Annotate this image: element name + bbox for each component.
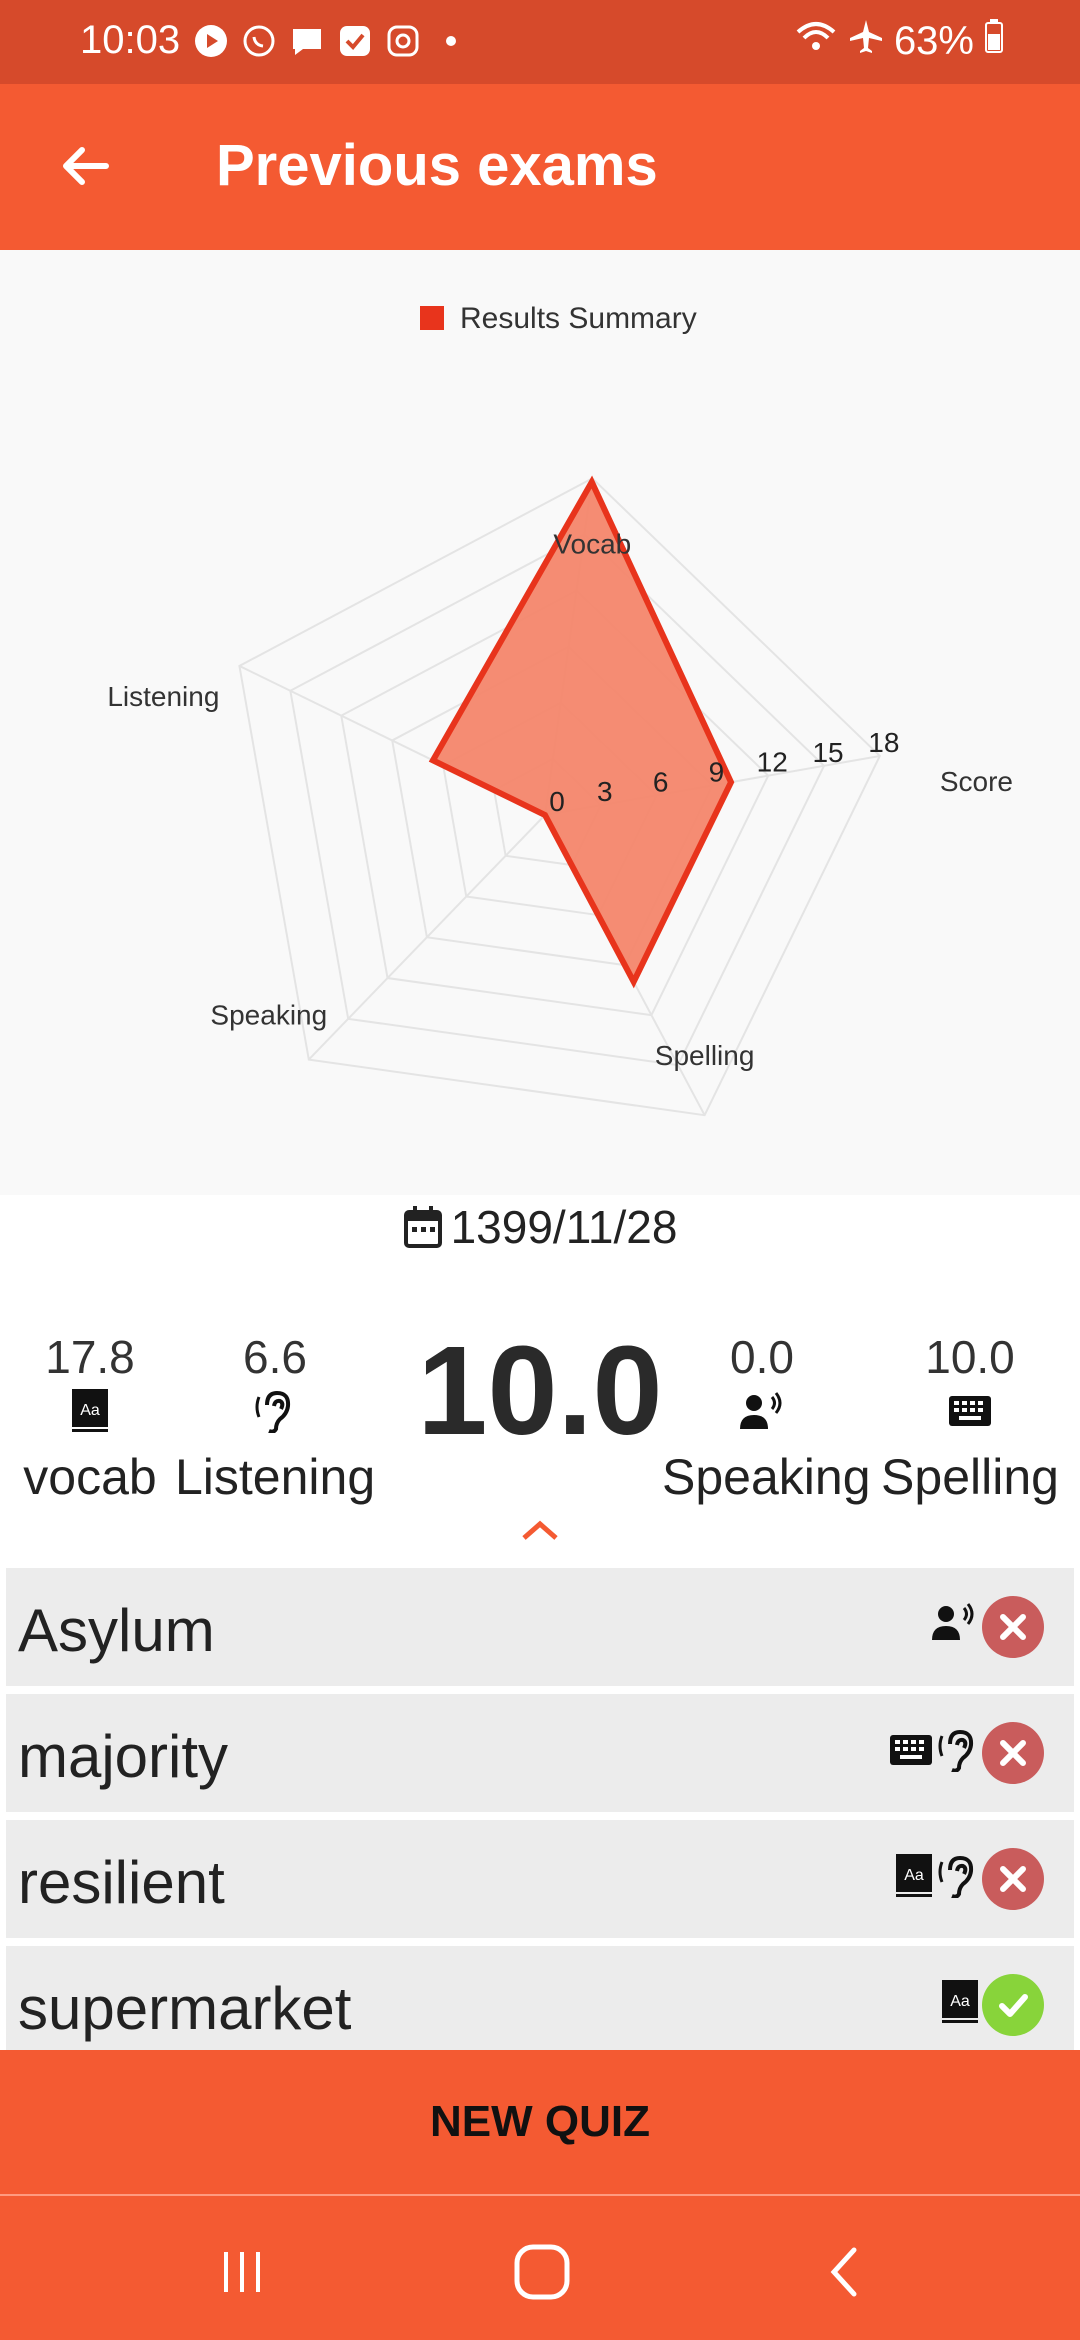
speaking-icon (662, 1384, 862, 1438)
skill-icons (930, 1602, 978, 1647)
battery-icon (984, 18, 1004, 64)
check-icon (336, 22, 374, 60)
word-text: majority (18, 1723, 229, 1790)
wrong-status-icon (982, 1596, 1044, 1658)
status-time: 10:03 (80, 18, 181, 62)
score-value: 0.0 (730, 1331, 794, 1383)
back-nav-button[interactable] (806, 2232, 886, 2312)
word-text: supermarket (18, 1975, 352, 2042)
airplane-icon (848, 18, 884, 64)
new-quiz-button[interactable]: NEW QUIZ (0, 2050, 1080, 2196)
list-item[interactable]: resilient Aa (6, 1820, 1074, 1938)
ear-icon (175, 1384, 375, 1438)
axis-label: Listening (107, 681, 219, 712)
list-item[interactable]: Asylum (6, 1568, 1074, 1686)
collapse-button[interactable] (510, 1508, 570, 1552)
back-button[interactable] (44, 124, 128, 208)
grid-spoke (308, 814, 546, 1061)
svg-text:Aa: Aa (950, 1993, 970, 2010)
dot-icon (432, 22, 470, 60)
score-value: 17.8 (45, 1331, 135, 1383)
ear-icon (938, 1728, 978, 1777)
svg-text:Aa: Aa (904, 1867, 924, 1884)
tick-label: 15 (812, 737, 843, 768)
instagram-icon (384, 22, 422, 60)
word-text: Asylum (18, 1597, 215, 1664)
calendar-icon (403, 1206, 442, 1248)
status-right: 63% (794, 18, 1004, 64)
score-label: Speaking (662, 1449, 871, 1505)
page-title: Previous exams (216, 133, 658, 198)
axis-label: Vocab (553, 528, 631, 559)
score-value: 10.0 (925, 1331, 1015, 1383)
score-spelling: 10.0 Spelling (870, 1330, 1070, 1506)
axis-label: Speaking (210, 1000, 327, 1031)
skill-icons (890, 1728, 978, 1777)
recent-apps-icon (224, 2252, 260, 2292)
battery-text: 63% (893, 18, 974, 63)
chevron-up-icon (522, 1520, 558, 1540)
play-icon (192, 22, 230, 60)
book-icon: Aa (942, 1980, 978, 2029)
svg-text:Aa: Aa (80, 1402, 100, 1419)
back-icon (830, 2247, 857, 2297)
score-vocab: 17.8 Aa vocab (0, 1330, 190, 1506)
legend-swatch (420, 306, 444, 330)
list-item[interactable]: supermarket Aa (6, 1946, 1074, 2064)
legend-label: Results Summary (460, 302, 697, 335)
skill-icons: Aa (942, 1980, 978, 2029)
tick-label: 6 (653, 766, 669, 797)
score-value: 6.6 (243, 1331, 307, 1383)
home-button[interactable] (502, 2232, 582, 2312)
radar-chart: Results Summary 0 3 6 9 12 15 18 Score Spelling… (0, 250, 1080, 1195)
wifi-icon (794, 18, 838, 64)
recent-apps-button[interactable] (202, 2232, 282, 2312)
word-list: Asylum majority resilient Aa supermarket… (6, 1568, 1074, 2072)
tick-label: 12 (757, 747, 788, 778)
status-bar: 10:03 63% (0, 0, 1080, 84)
notification-icons (192, 22, 470, 60)
total-score: 10.0 (417, 1320, 663, 1461)
whatsapp-icon (240, 22, 278, 60)
score-listening: 6.6 Listening (175, 1330, 375, 1506)
chart-legend: Results Summary (420, 302, 697, 335)
list-item[interactable]: majority (6, 1694, 1074, 1812)
tick-label: 9 (709, 756, 725, 787)
wrong-status-icon (982, 1848, 1044, 1910)
wrong-status-icon (982, 1722, 1044, 1784)
score-label: Spelling (881, 1449, 1059, 1505)
exam-date-row: 1399/11/28 (0, 1192, 1080, 1262)
exam-date: 1399/11/28 (450, 1201, 678, 1253)
keyboard-icon (870, 1384, 1070, 1438)
skill-icons: Aa (896, 1854, 978, 1903)
score-speaking: 0.0 Speaking (662, 1330, 871, 1506)
arrow-left-icon (63, 147, 109, 185)
home-icon (514, 2244, 570, 2300)
message-icon (288, 22, 326, 60)
axis-label: Spelling (655, 1040, 755, 1071)
app-bar: Previous exams (0, 84, 1080, 250)
tick-label: 3 (597, 776, 613, 807)
correct-status-icon (982, 1974, 1044, 2036)
word-text: resilient (18, 1849, 225, 1916)
tick-label: 0 (549, 786, 565, 817)
axis-label: Score (940, 766, 1013, 797)
radar-chart-svg: Results Summary 0 3 6 9 12 15 18 Score Spelling… (107, 302, 1013, 1117)
tick-label: 18 (868, 727, 899, 758)
book-icon: Aa (0, 1384, 190, 1438)
ear-icon (938, 1854, 978, 1903)
score-label: vocab (23, 1449, 157, 1505)
system-nav-bar (0, 2196, 1080, 2340)
keyboard-icon (890, 1735, 932, 1770)
book-icon: Aa (896, 1854, 932, 1903)
speaking-icon (930, 1602, 978, 1647)
score-label: Listening (175, 1449, 376, 1505)
